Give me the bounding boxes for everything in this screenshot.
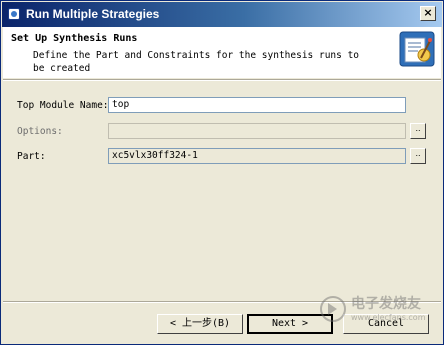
part-field[interactable]: xc5vlx30ff324-1: [108, 148, 406, 164]
top-module-input[interactable]: top: [108, 97, 406, 113]
options-label: Options:: [17, 126, 63, 137]
page-title: Set Up Synthesis Runs: [11, 33, 138, 44]
title-bar[interactable]: Run Multiple Strategies ×: [2, 2, 442, 27]
options-browse-button[interactable]: ..: [410, 123, 426, 139]
watermark-url: www.elecfans.com: [351, 313, 426, 322]
watermark-logo-icon: [320, 296, 346, 322]
wizard-icon: [399, 31, 435, 67]
wizard-header: Set Up Synthesis Runs Define the Part an…: [3, 27, 441, 78]
watermark: 电子发烧友 www.elecfans.com: [317, 291, 437, 337]
close-button[interactable]: ×: [420, 6, 436, 21]
part-label: Part:: [17, 151, 46, 162]
back-button[interactable]: < 上一步(B): [157, 314, 243, 334]
part-browse-button[interactable]: ..: [410, 148, 426, 164]
top-module-label: Top Module Name:: [17, 100, 109, 111]
watermark-text: 电子发烧友: [351, 296, 421, 312]
header-separator: [3, 79, 441, 81]
app-icon: [8, 8, 20, 20]
dialog-window: Run Multiple Strategies × Set Up Synthes…: [0, 0, 444, 345]
window-title: Run Multiple Strategies: [26, 7, 160, 21]
page-description: Define the Part and Constraints for the …: [33, 50, 360, 74]
options-field: [108, 123, 406, 139]
